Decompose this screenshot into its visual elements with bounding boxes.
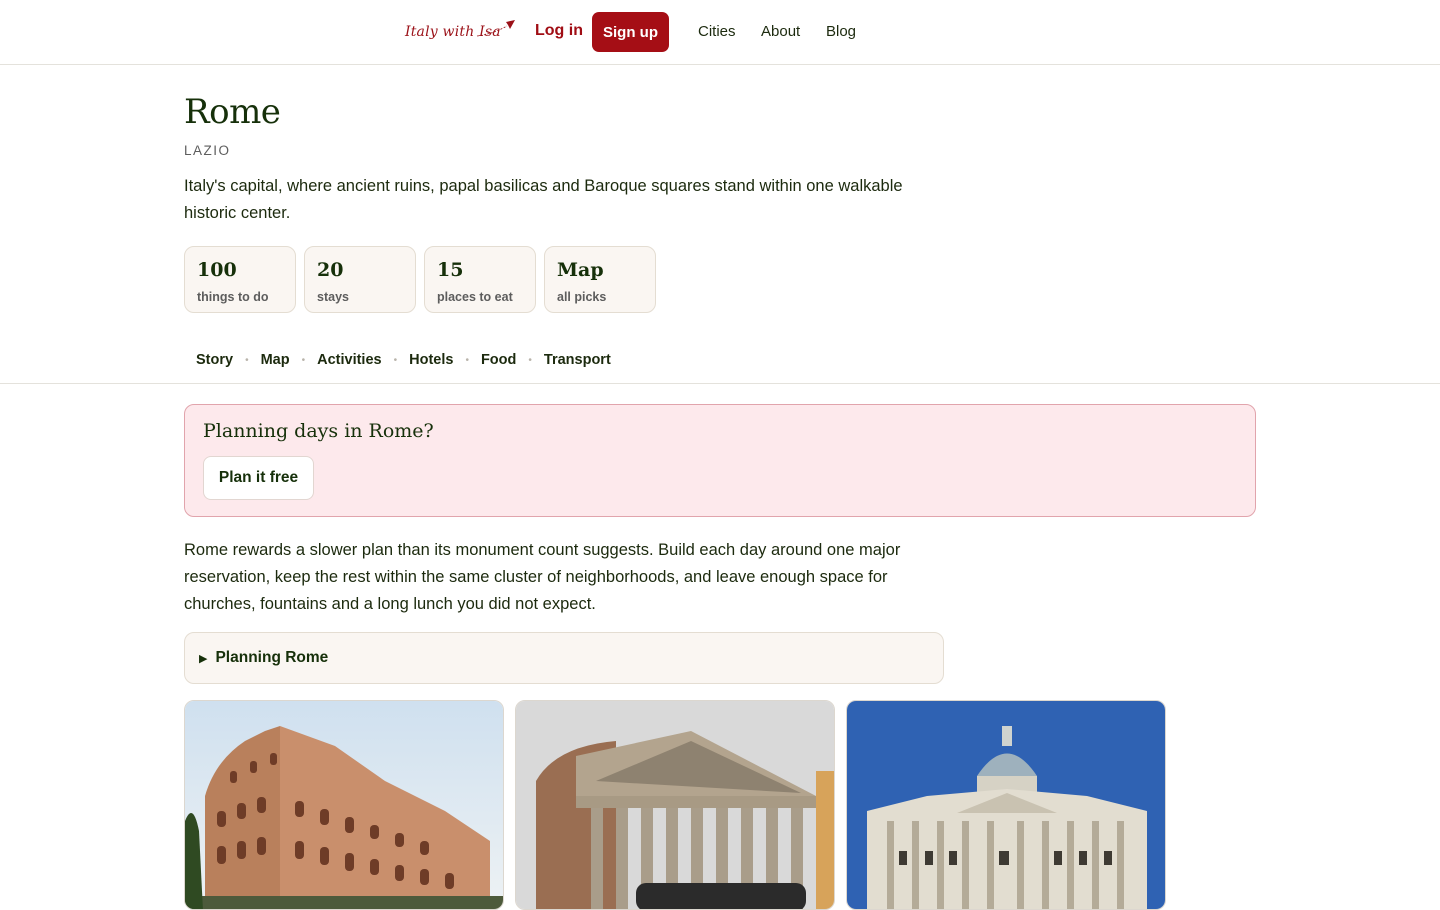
stat-value: 20: [317, 259, 344, 281]
tab-hotels[interactable]: Hotels: [397, 352, 465, 368]
stat-value: 15: [437, 259, 464, 281]
story-paragraph: Rome rewards a slower plan than its monu…: [184, 541, 901, 613]
tab-transport[interactable]: Transport: [532, 352, 623, 368]
stat-label: things to do: [197, 290, 269, 304]
stat-card-stays[interactable]: 20 stays: [304, 246, 416, 313]
pantheon-image: [516, 701, 834, 909]
tab-activities[interactable]: Activities: [305, 352, 393, 368]
page-title: Rome: [184, 92, 281, 132]
stat-card-map[interactable]: Map all picks: [544, 246, 656, 313]
stat-label: stays: [317, 290, 349, 304]
banner-title: Planning days in Rome?: [203, 420, 434, 442]
login-link[interactable]: Log in: [535, 22, 583, 40]
paper-plane-icon: [476, 20, 515, 37]
stat-card-places-to-eat[interactable]: 15 places to eat: [424, 246, 536, 313]
stat-value: Map: [557, 259, 604, 281]
signup-button[interactable]: Sign up: [592, 12, 669, 52]
top-navigation: Italy with Isa Log in Sign up Cities Abo…: [0, 0, 1440, 65]
nav-cities-link[interactable]: Cities: [698, 23, 736, 40]
site-logo[interactable]: Italy with Isa: [405, 18, 515, 46]
stat-label: all picks: [557, 290, 607, 304]
section-tabs: Story • Map • Activities • Hotels • Food…: [184, 352, 623, 368]
disclosure-triangle-icon: ▶: [199, 652, 208, 665]
colosseum-photo-card[interactable]: [184, 700, 504, 910]
stat-card-things-to-do[interactable]: 100 things to do: [184, 246, 296, 313]
colosseum-image: [185, 701, 503, 909]
st-peters-photo-card[interactable]: [846, 700, 1166, 910]
plan-banner: Planning days in Rome? Plan it free: [184, 404, 1256, 517]
stat-value: 100: [197, 259, 237, 281]
stats-row: 100 things to do 20 stays 15 places to e…: [184, 246, 656, 313]
region-label: LAZIO: [184, 143, 231, 158]
nav-blog-link[interactable]: Blog: [826, 23, 856, 40]
tab-map[interactable]: Map: [249, 352, 302, 368]
tab-food[interactable]: Food: [469, 352, 528, 368]
st-peters-basilica-image: [847, 701, 1165, 909]
pantheon-photo-card[interactable]: [515, 700, 835, 910]
tabs-divider: [0, 383, 1440, 384]
disclosure-label: Planning Rome: [215, 649, 329, 666]
nav-about-link[interactable]: About: [761, 23, 800, 40]
photo-cards: [184, 700, 1166, 910]
planning-rome-disclosure[interactable]: ▶ Planning Rome: [184, 632, 944, 684]
plan-it-free-button[interactable]: Plan it free: [203, 456, 314, 500]
city-lede: Italy's capital, where ancient ruins, pa…: [184, 177, 903, 222]
tab-story[interactable]: Story: [184, 352, 245, 368]
stat-label: places to eat: [437, 290, 513, 304]
